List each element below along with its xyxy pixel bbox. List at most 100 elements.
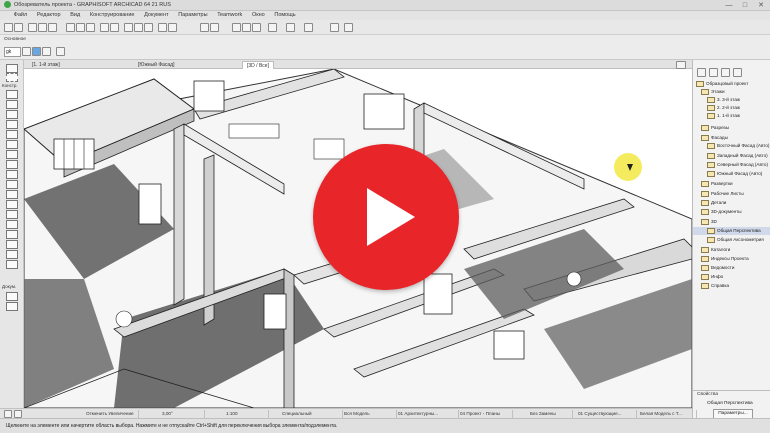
publisher-icon[interactable] bbox=[733, 68, 742, 77]
render-icon[interactable] bbox=[168, 23, 177, 32]
snap-icon[interactable] bbox=[66, 23, 75, 32]
undo-icon[interactable] bbox=[4, 23, 13, 32]
3d-cutaway-icon[interactable] bbox=[304, 23, 313, 32]
more-tools-icon[interactable] bbox=[6, 260, 18, 269]
zoom-icon[interactable] bbox=[4, 410, 12, 418]
menu-edit[interactable]: Редактор bbox=[33, 11, 65, 19]
marquee-tool-icon[interactable] bbox=[6, 73, 18, 82]
nav-project-root[interactable]: Образцовый проект bbox=[693, 80, 770, 88]
floor-plan-icon[interactable] bbox=[124, 23, 133, 32]
nav-interior-elevations[interactable]: Развертки bbox=[693, 180, 770, 188]
nav-project-indexes[interactable]: Индексы Проекта bbox=[693, 255, 770, 263]
nav-3d[interactable]: 3D bbox=[693, 218, 770, 226]
stair-tool-icon[interactable] bbox=[6, 130, 18, 139]
wall-tool-icon[interactable] bbox=[6, 90, 18, 99]
layer-combination-option[interactable]: 01 Архитектурны... bbox=[396, 410, 459, 418]
nav-lists[interactable]: Ведомости bbox=[693, 264, 770, 272]
roof-tool-icon[interactable] bbox=[6, 150, 18, 159]
nav-elevations[interactable]: Фасады bbox=[693, 134, 770, 142]
morph-tool-icon[interactable] bbox=[6, 170, 18, 179]
zoom-in-icon[interactable] bbox=[232, 23, 241, 32]
renovation-option[interactable]: 01 Существующие... bbox=[576, 410, 637, 418]
undo-zoom-option[interactable]: Отменить Увеличение bbox=[84, 410, 139, 418]
zone-tool-icon[interactable] bbox=[6, 230, 18, 239]
trace-icon[interactable] bbox=[100, 23, 109, 32]
model-view-options[interactable]: 04 Проект - Планы bbox=[458, 410, 513, 418]
nav-story-1[interactable]: 1. 1-й этаж bbox=[693, 112, 770, 120]
layer-select[interactable]: gk bbox=[4, 47, 21, 57]
3d-style-option[interactable]: Белая Модель с Т... bbox=[638, 410, 697, 418]
menu-file[interactable]: Файл bbox=[10, 11, 32, 19]
window-tool-icon[interactable] bbox=[6, 200, 18, 209]
fit-in-window-icon[interactable] bbox=[252, 23, 261, 32]
mesh-tool-icon[interactable] bbox=[6, 240, 18, 249]
menu-teamwork[interactable]: Teamwork bbox=[213, 11, 246, 19]
door-tool-icon[interactable] bbox=[6, 190, 18, 199]
override-option[interactable]: Без Замены bbox=[528, 410, 573, 418]
selection-filter-icon[interactable] bbox=[22, 47, 31, 56]
minimize-button[interactable]: — bbox=[722, 1, 736, 10]
redo-icon[interactable] bbox=[14, 23, 23, 32]
slab-tool-icon[interactable] bbox=[6, 120, 18, 129]
pen-set-option[interactable]: Специальный bbox=[280, 410, 343, 418]
menu-document[interactable]: Документ bbox=[140, 11, 172, 19]
guide-icon[interactable] bbox=[76, 23, 85, 32]
nav-3d-documents[interactable]: 3D-документы bbox=[693, 208, 770, 216]
marquee-icon[interactable] bbox=[38, 23, 47, 32]
nav-stories[interactable]: Этажи bbox=[693, 88, 770, 96]
arrow-tool-icon[interactable] bbox=[6, 64, 18, 73]
nav-worksheets[interactable]: Рабочие Листы bbox=[693, 190, 770, 198]
nav-east-elevation[interactable]: Восточный Фасад (Авто) bbox=[693, 142, 770, 150]
layout-book-icon[interactable] bbox=[721, 68, 730, 77]
send-receive-icon[interactable] bbox=[210, 23, 219, 32]
settings-icon[interactable] bbox=[56, 47, 65, 56]
scale-option[interactable]: 1:100 bbox=[224, 410, 269, 418]
nav-details[interactable]: Детали bbox=[693, 199, 770, 207]
tab-options-icon[interactable] bbox=[676, 61, 686, 69]
nav-sections[interactable]: Разрезы bbox=[693, 124, 770, 132]
menu-help[interactable]: Помощь bbox=[270, 11, 299, 19]
video-play-button[interactable] bbox=[313, 144, 459, 290]
dimension-tool-icon[interactable] bbox=[6, 292, 18, 301]
pan-icon[interactable] bbox=[14, 410, 22, 418]
nav-general-axonometry[interactable]: Общая Аксонометрия bbox=[693, 236, 770, 244]
view-map-icon[interactable] bbox=[709, 68, 718, 77]
skylight-tool-icon[interactable] bbox=[6, 210, 18, 219]
model-view-option[interactable]: Вся Модель bbox=[342, 410, 397, 418]
pick-up-icon[interactable] bbox=[48, 23, 57, 32]
nav-south-elevation[interactable]: Южный Фасад (Авто) bbox=[693, 170, 770, 178]
railing-tool-icon[interactable] bbox=[6, 140, 18, 149]
grid-icon[interactable] bbox=[86, 23, 95, 32]
tab-south-elevation[interactable]: [Южный Фасад] bbox=[134, 61, 179, 69]
orbit-icon[interactable] bbox=[268, 23, 277, 32]
publish-icon[interactable] bbox=[344, 23, 353, 32]
menu-design[interactable]: Конструирование bbox=[86, 11, 139, 19]
layer-icon[interactable] bbox=[110, 23, 119, 32]
zoom-out-icon[interactable] bbox=[242, 23, 251, 32]
nav-schedules[interactable]: Каталоги bbox=[693, 246, 770, 254]
section-icon[interactable] bbox=[134, 23, 143, 32]
nav-help[interactable]: Справка bbox=[693, 282, 770, 290]
nav-story-2[interactable]: 2. 2-й этаж bbox=[693, 104, 770, 112]
text-tool-icon[interactable] bbox=[6, 302, 18, 311]
beam-tool-icon[interactable] bbox=[6, 110, 18, 119]
nav-west-elevation[interactable]: Западный Фасад (Авто) bbox=[693, 152, 770, 160]
explore-icon[interactable] bbox=[286, 23, 295, 32]
nav-north-elevation[interactable]: Северный Фасад (Авто) bbox=[693, 161, 770, 169]
menu-options[interactable]: Параметры bbox=[174, 11, 211, 19]
shell-tool-icon[interactable] bbox=[6, 160, 18, 169]
nav-general-perspective[interactable]: Общая Перспектива bbox=[693, 227, 770, 235]
menu-view[interactable]: Вид bbox=[66, 11, 84, 19]
lamp-tool-icon[interactable] bbox=[6, 250, 18, 259]
nav-story-3[interactable]: 3. 3-й этаж bbox=[693, 96, 770, 104]
angle-option[interactable]: 3,00° bbox=[160, 410, 205, 418]
curtain-wall-tool-icon[interactable] bbox=[6, 180, 18, 189]
3d-window-icon[interactable] bbox=[158, 23, 167, 32]
project-map-icon[interactable] bbox=[697, 68, 706, 77]
close-button[interactable]: ✕ bbox=[754, 1, 768, 10]
maximize-button[interactable]: □ bbox=[738, 1, 752, 10]
teamwork-icon[interactable] bbox=[200, 23, 209, 32]
nav-info[interactable]: Инфо bbox=[693, 273, 770, 281]
column-tool-icon[interactable] bbox=[6, 100, 18, 109]
pointer-icon[interactable] bbox=[28, 23, 37, 32]
